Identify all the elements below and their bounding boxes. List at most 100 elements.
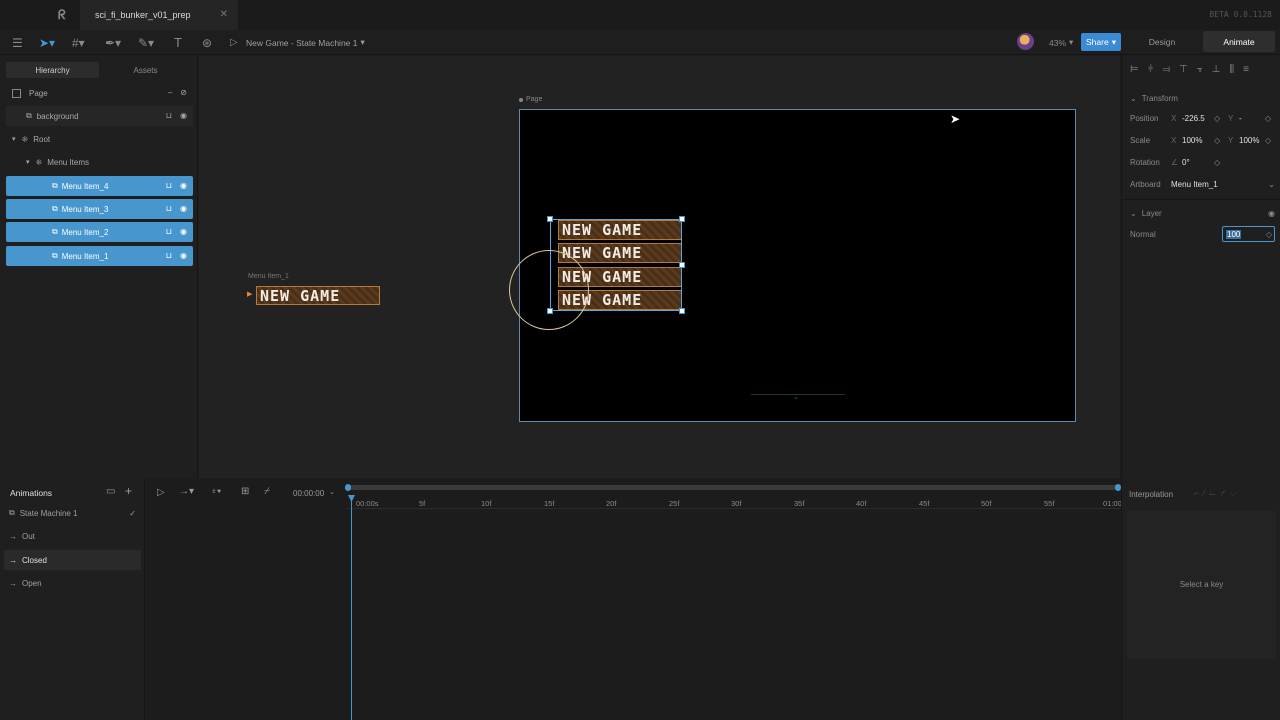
distribute-h-icon[interactable]: ⫼ — [1230, 64, 1235, 75]
state-machine-selector[interactable]: New Game - State Machine 1 ▾ — [246, 30, 365, 55]
align-left-icon[interactable]: ⊨ — [1130, 64, 1139, 75]
blend-mode-select[interactable]: Normal — [1130, 230, 1222, 239]
resize-handle[interactable] — [679, 308, 685, 314]
align-middle-icon[interactable]: ⫟ — [1197, 64, 1203, 75]
resize-handle[interactable] — [679, 262, 685, 268]
scale-y-input[interactable]: 100% — [1239, 136, 1265, 145]
lock-icon[interactable]: ⊔ — [166, 181, 172, 190]
hierarchy-item-label: Menu Item_2 — [61, 227, 109, 237]
loop-icon[interactable]: →▾ — [179, 486, 194, 497]
collapse-icon[interactable]: – — [168, 88, 172, 97]
file-tab[interactable]: sci_fi_bunker_v01_prep ✕ — [80, 0, 238, 30]
hierarchy-item-label: Menu Item_1 — [61, 251, 109, 261]
app-logo-icon[interactable]: ᖇ — [58, 7, 66, 23]
select-key-hint: Select a key — [1179, 580, 1224, 589]
brush-tool-icon[interactable]: ✎▾ — [138, 30, 154, 55]
bone-tool-icon[interactable]: ⊛ — [202, 30, 212, 55]
resize-handle[interactable] — [679, 216, 685, 222]
lock-icon[interactable]: ⊔ — [166, 227, 172, 236]
pen-tool-icon[interactable]: ✒▾ — [105, 30, 121, 55]
select-tool-icon[interactable]: ➤▾ — [39, 30, 55, 55]
add-icon[interactable]: + — [125, 484, 132, 498]
artboard-name: Page — [526, 96, 543, 103]
menu-item-preview[interactable]: NEW GAME — [256, 286, 380, 305]
chevron-down-icon[interactable]: ⌄ — [329, 488, 335, 496]
lock-icon[interactable]: ⊔ — [166, 204, 172, 213]
artboard-label[interactable]: Page — [519, 96, 542, 103]
chevron-down-icon[interactable]: ▾ — [12, 135, 16, 143]
resize-handle[interactable] — [547, 216, 553, 222]
animate-mode-tab[interactable]: Animate — [1203, 31, 1275, 52]
hierarchy-item-background[interactable]: ⧉ background ⊔ ◉ — [6, 106, 193, 126]
tab-assets[interactable]: Assets — [99, 62, 192, 78]
ruler-tick: 35f — [794, 499, 805, 508]
scroll-handle-left[interactable] — [345, 484, 351, 491]
position-x-input[interactable]: -226.5 — [1182, 114, 1214, 123]
zoom-selector[interactable]: 43% ▾ — [1049, 30, 1073, 55]
eye-icon[interactable]: ◉ — [180, 204, 187, 213]
animation-item-closed[interactable]: → Closed — [4, 550, 141, 570]
align-top-icon[interactable]: ⊤ — [1179, 64, 1188, 75]
hierarchy-item-menu-items[interactable]: ▾ ⁜ Menu Items — [6, 152, 193, 172]
animation-item-open[interactable]: → Open — [4, 573, 141, 593]
component-label[interactable]: Menu Item_1 — [248, 273, 289, 280]
eye-icon[interactable]: ◉ — [180, 227, 187, 236]
position-y-input[interactable]: - — [1239, 114, 1265, 123]
keyframe-icon[interactable]: ◇ — [1214, 158, 1220, 167]
keyframe-icon[interactable]: ◇ — [1214, 136, 1228, 145]
hierarchy-item-root[interactable]: ▾ ⁜ Root — [6, 129, 193, 149]
avatar[interactable] — [1017, 33, 1034, 50]
eye-icon[interactable]: ◉ — [180, 181, 187, 190]
snap-icon[interactable]: ⍖▾ — [211, 486, 221, 497]
play-icon[interactable]: ▷ — [157, 487, 165, 498]
link-icon[interactable]: ⊘ — [180, 88, 187, 97]
opacity-input[interactable]: 100 ◇ — [1222, 226, 1275, 242]
x-label: X — [1171, 135, 1177, 145]
tab-hierarchy[interactable]: Hierarchy — [6, 62, 99, 78]
keyframe-icon[interactable]: ◇ — [1265, 136, 1271, 145]
hierarchy-item-menu-item-2[interactable]: ⧉ Menu Item_2 ⊔ ◉ — [6, 222, 193, 242]
hierarchy-item-menu-item-3[interactable]: ⧉ Menu Item_3 ⊔ ◉ — [6, 199, 193, 219]
transform-header[interactable]: ⌄ Transform — [1130, 90, 1275, 106]
folder-icon[interactable]: ▭ — [106, 486, 115, 497]
distribute-v-icon[interactable]: ≡ — [1243, 64, 1249, 75]
arrow-right-icon: → — [9, 555, 17, 565]
eye-icon[interactable]: ◉ — [180, 111, 187, 120]
design-mode-tab[interactable]: Design — [1125, 31, 1199, 52]
hierarchy-item-page[interactable]: Page – ⊘ — [6, 83, 193, 103]
text-tool-icon[interactable]: T — [174, 30, 182, 55]
animation-item-state-machine[interactable]: ⧉ State Machine 1 ✓ — [4, 503, 141, 523]
keyframe-icon[interactable]: ◇ — [1214, 114, 1228, 123]
state-machine-label: New Game - State Machine 1 — [246, 37, 358, 48]
align-right-icon[interactable]: ⫤ — [1162, 64, 1170, 75]
scale-x-input[interactable]: 100% — [1182, 136, 1214, 145]
arrow-marker-icon: ▶ — [247, 291, 253, 298]
keyframe-icon[interactable]: ◇ — [1266, 230, 1272, 239]
ease-icon[interactable]: ⌿ — [264, 486, 270, 497]
tab-hierarchy-label: Hierarchy — [35, 65, 70, 75]
rotation-input[interactable]: 0° — [1182, 158, 1214, 167]
chevron-down-icon[interactable]: ▾ — [26, 158, 30, 166]
playhead[interactable] — [351, 497, 352, 720]
align-center-icon[interactable]: ⫩ — [1148, 64, 1154, 75]
layer-header[interactable]: ⌄ Layer ◉ — [1130, 205, 1275, 221]
animation-item-out[interactable]: → Out — [4, 526, 141, 546]
keyframe-icon[interactable]: ◇ — [1265, 114, 1271, 123]
lock-icon[interactable]: ⊔ — [166, 251, 172, 260]
eye-icon[interactable]: ◉ — [180, 251, 187, 260]
lock-icon[interactable]: ⊔ — [166, 111, 172, 120]
menu-icon[interactable]: ☰ — [12, 30, 23, 55]
fit-icon[interactable]: ⊞ — [241, 486, 249, 497]
hierarchy-item-menu-item-1[interactable]: ⧉ Menu Item_1 ⊔ ◉ — [6, 246, 193, 266]
time-display[interactable]: 00:00:00 — [293, 489, 324, 498]
hierarchy-item-menu-item-4[interactable]: ⧉ Menu Item_4 ⊔ ◉ — [6, 176, 193, 196]
artboard-select[interactable]: Menu Item_1 — [1171, 180, 1218, 189]
scroll-bar[interactable] — [347, 485, 1117, 490]
chevron-down-icon: ▾ — [360, 37, 365, 47]
frame-tool-icon[interactable]: #▾ — [72, 30, 85, 55]
play-icon[interactable]: ▷ — [230, 30, 238, 55]
align-bottom-icon[interactable]: ⊥ — [1212, 64, 1221, 75]
close-tab-icon[interactable]: ✕ — [220, 9, 228, 20]
share-button[interactable]: Share ▾ — [1081, 33, 1121, 51]
eye-icon[interactable]: ◉ — [1268, 209, 1275, 218]
